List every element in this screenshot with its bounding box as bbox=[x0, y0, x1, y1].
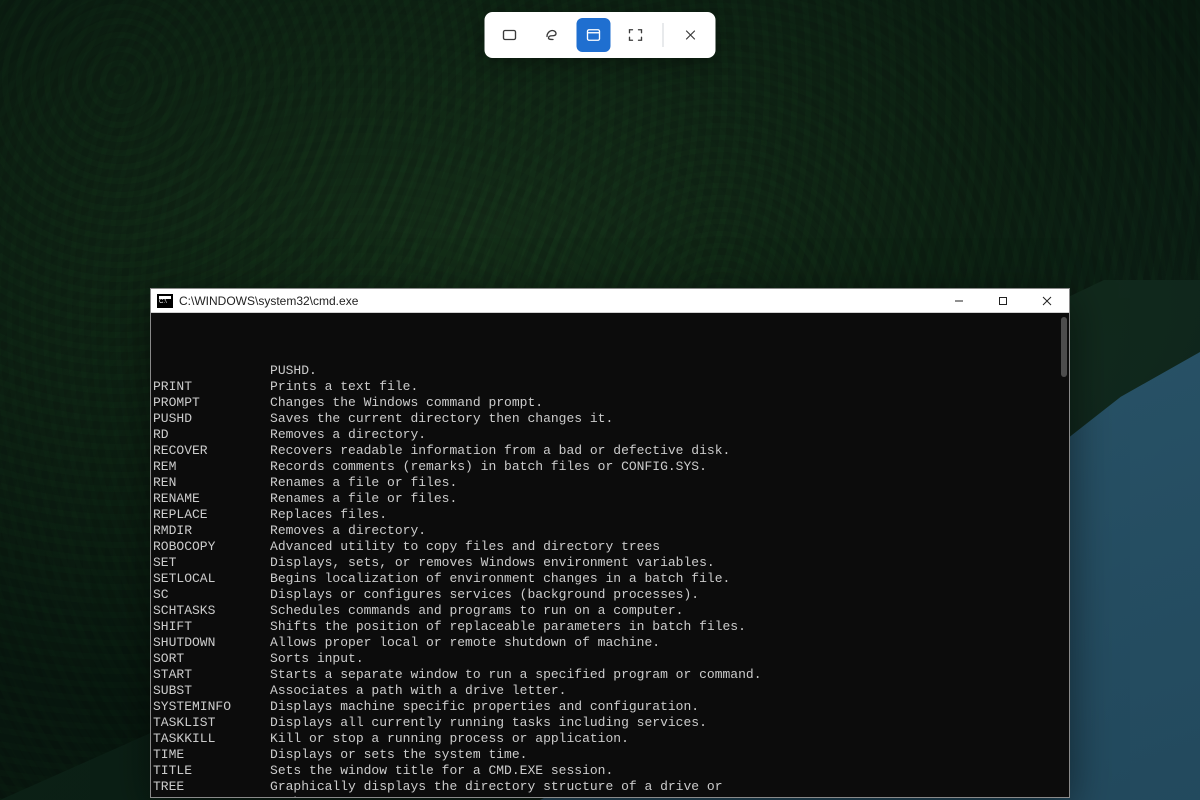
cmd-output-line: PUSHD. bbox=[153, 363, 1065, 379]
desktop-wallpaper: C:\WINDOWS\system32\cmd.exe PUSHD.PRINT … bbox=[0, 0, 1200, 800]
cmd-output-line: START Starts a separate window to run a … bbox=[153, 667, 1065, 683]
freeform-snip-button[interactable] bbox=[535, 18, 569, 52]
rectangular-snip-icon bbox=[501, 26, 519, 44]
cmd-output-line: RENAME Renames a file or files. bbox=[153, 491, 1065, 507]
cmd-output-line: REM Records comments (remarks) in batch … bbox=[153, 459, 1065, 475]
fullscreen-snip-button[interactable] bbox=[619, 18, 653, 52]
cmd-titlebar[interactable]: C:\WINDOWS\system32\cmd.exe bbox=[151, 289, 1069, 313]
minimize-button[interactable] bbox=[937, 289, 981, 312]
maximize-button[interactable] bbox=[981, 289, 1025, 312]
cmd-output-line: REN Renames a file or files. bbox=[153, 475, 1065, 491]
window-controls bbox=[937, 289, 1069, 312]
cmd-output-line: TIME Displays or sets the system time. bbox=[153, 747, 1065, 763]
cmd-title-text: C:\WINDOWS\system32\cmd.exe bbox=[179, 294, 358, 308]
snipping-toolbar bbox=[485, 12, 716, 58]
cmd-output-line: PROMPT Changes the Windows command promp… bbox=[153, 395, 1065, 411]
window-snip-icon bbox=[585, 26, 603, 44]
toolbar-separator bbox=[663, 23, 664, 47]
cmd-output-line: SHIFT Shifts the position of replaceable… bbox=[153, 619, 1065, 635]
minimize-icon bbox=[954, 296, 964, 306]
cmd-output-line: SCHTASKS Schedules commands and programs… bbox=[153, 603, 1065, 619]
cmd-output-line: TASKLIST Displays all currently running … bbox=[153, 715, 1065, 731]
cmd-scrollbar-thumb[interactable] bbox=[1061, 317, 1067, 377]
cmd-output-line: SETLOCAL Begins localization of environm… bbox=[153, 571, 1065, 587]
cmd-output-line: SHUTDOWN Allows proper local or remote s… bbox=[153, 635, 1065, 651]
cmd-output-line: PUSHD Saves the current directory then c… bbox=[153, 411, 1065, 427]
cmd-output-line: RD Removes a directory. bbox=[153, 427, 1065, 443]
cmd-output-line: ROBOCOPY Advanced utility to copy files … bbox=[153, 539, 1065, 555]
maximize-icon bbox=[998, 296, 1008, 306]
cmd-output-line: path. bbox=[153, 795, 1065, 797]
rectangular-snip-button[interactable] bbox=[493, 18, 527, 52]
cmd-output-line: RECOVER Recovers readable information fr… bbox=[153, 443, 1065, 459]
cmd-output-line: RMDIR Removes a directory. bbox=[153, 523, 1065, 539]
cmd-output-line: SET Displays, sets, or removes Windows e… bbox=[153, 555, 1065, 571]
cmd-window: C:\WINDOWS\system32\cmd.exe PUSHD.PRINT … bbox=[150, 288, 1070, 798]
cmd-output-area[interactable]: PUSHD.PRINT Prints a text file.PROMPT Ch… bbox=[151, 313, 1069, 797]
window-snip-button[interactable] bbox=[577, 18, 611, 52]
cmd-output-line: SUBST Associates a path with a drive let… bbox=[153, 683, 1065, 699]
close-icon bbox=[1042, 296, 1052, 306]
fullscreen-snip-icon bbox=[627, 26, 645, 44]
freeform-snip-icon bbox=[543, 26, 561, 44]
cmd-output-line: TREE Graphically displays the directory … bbox=[153, 779, 1065, 795]
close-icon bbox=[683, 27, 699, 43]
cmd-output-line: TASKKILL Kill or stop a running process … bbox=[153, 731, 1065, 747]
cmd-output-line: SORT Sorts input. bbox=[153, 651, 1065, 667]
cmd-output-line: SC Displays or configures services (back… bbox=[153, 587, 1065, 603]
close-snip-button[interactable] bbox=[674, 18, 708, 52]
cmd-output-line: PRINT Prints a text file. bbox=[153, 379, 1065, 395]
cmd-output-line: SYSTEMINFO Displays machine specific pro… bbox=[153, 699, 1065, 715]
cmd-app-icon bbox=[157, 294, 173, 308]
cmd-output-line: TITLE Sets the window title for a CMD.EX… bbox=[153, 763, 1065, 779]
cmd-output-line: REPLACE Replaces files. bbox=[153, 507, 1065, 523]
close-window-button[interactable] bbox=[1025, 289, 1069, 312]
